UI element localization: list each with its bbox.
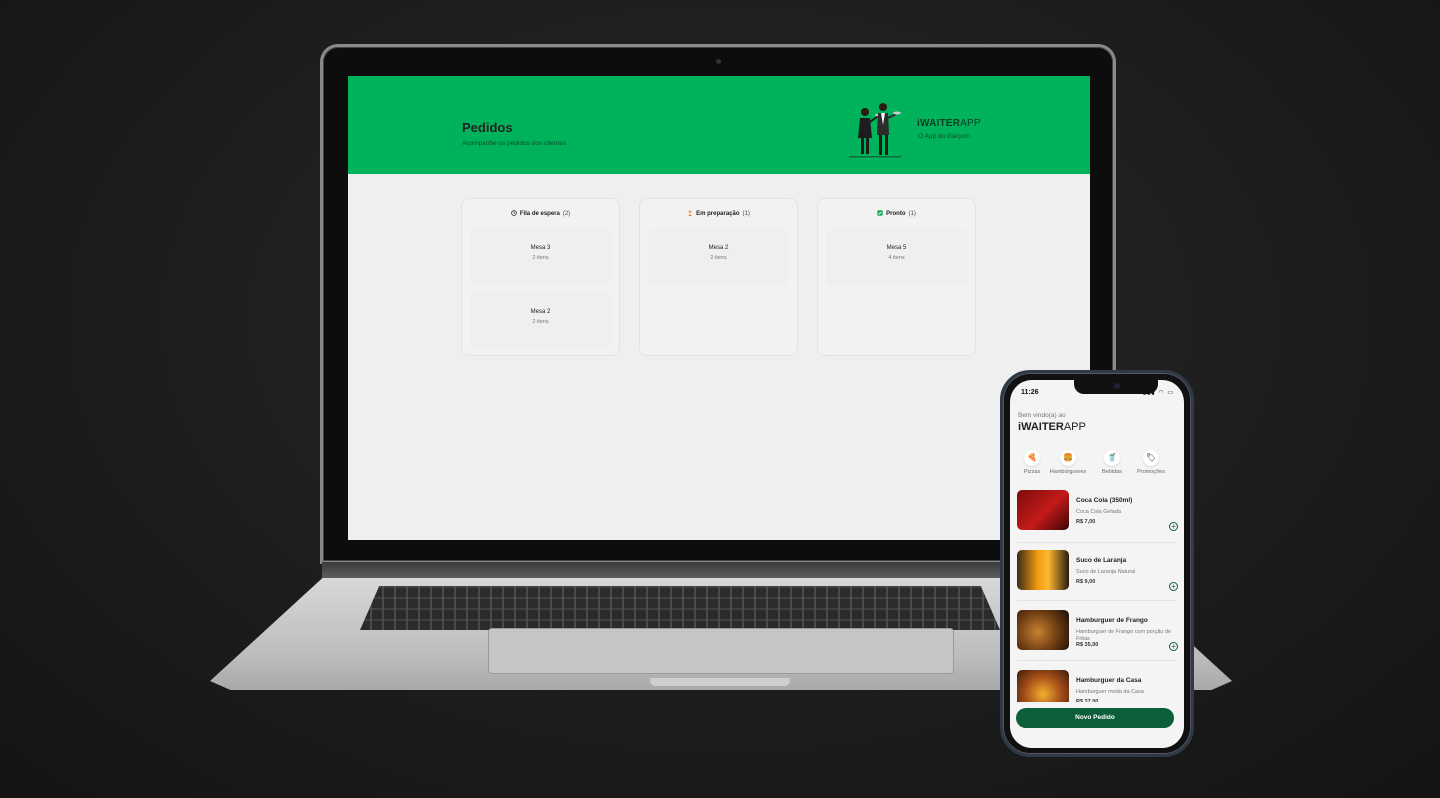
column-preparing: Em preparação (1) Mesa 2 2 itens xyxy=(639,198,798,356)
product-name: Hamburguer da Casa xyxy=(1076,677,1142,684)
product-description: Hamburguer moda da Casa xyxy=(1076,689,1144,695)
column-header: Em preparação (1) xyxy=(640,210,797,217)
order-card[interactable]: Mesa 2 2 itens xyxy=(470,293,611,349)
waiters-illustration-icon xyxy=(849,103,901,158)
divider xyxy=(1017,660,1177,661)
front-camera-icon xyxy=(1114,383,1120,389)
chicken-burger-image xyxy=(1017,610,1069,650)
category-bebidas[interactable]: 🥤 Bebidas xyxy=(1090,450,1134,475)
add-to-cart-icon[interactable]: + xyxy=(1169,642,1178,651)
add-to-cart-icon[interactable]: + xyxy=(1169,582,1178,591)
order-items: 4 itens xyxy=(888,255,905,261)
product-item[interactable]: Suco de Laranja Suco de Laranja Natural … xyxy=(1010,550,1184,606)
pizza-icon: 🍕 xyxy=(1024,450,1040,466)
order-card[interactable]: Mesa 3 2 itens xyxy=(470,229,611,285)
page-subtitle: Acompanhe os pedidos dos clientes xyxy=(462,140,567,147)
divider xyxy=(1017,600,1177,601)
order-card[interactable]: Mesa 5 4 itens xyxy=(826,229,967,285)
laptop-front-lip xyxy=(650,678,790,686)
burger-icon: 🍔 xyxy=(1060,450,1076,466)
product-description: Suco de Laranja Natural xyxy=(1076,569,1136,575)
column-waiting: Fila de espera (2) Mesa 3 2 itens Mesa 2 … xyxy=(461,198,620,356)
brand-tagline: O App do Garçom xyxy=(918,133,971,140)
battery-icon: ▭ xyxy=(1167,390,1174,396)
order-table: Mesa 2 xyxy=(708,245,729,251)
cook-icon xyxy=(688,210,692,216)
webcam-icon xyxy=(716,59,721,64)
product-price: R$ 7,00 xyxy=(1076,519,1096,525)
promo-icon: 🏷 xyxy=(1143,450,1159,466)
product-description: Coca Cola Gelada xyxy=(1076,509,1121,515)
column-ready: Pronto (1) Mesa 5 4 itens xyxy=(817,198,976,356)
order-items: 2 itens xyxy=(532,319,549,325)
product-name: Suco de Laranja xyxy=(1076,557,1127,564)
drink-icon: 🥤 xyxy=(1104,450,1120,466)
phone-screen: 11:26 ▮▮▮ ◠ ▭ Bem vindo(a) ao iWAITERAPP… xyxy=(1010,380,1184,748)
order-card[interactable]: Mesa 2 2 itens xyxy=(648,229,789,285)
add-to-cart-icon[interactable]: + xyxy=(1169,522,1178,531)
welcome-text: Bem vindo(a) ao xyxy=(1018,412,1066,419)
divider xyxy=(1017,542,1177,543)
product-item[interactable]: Hamburguer de Frango Hamburguer de Frang… xyxy=(1010,610,1184,666)
product-price: R$ 35,00 xyxy=(1076,642,1099,648)
keyboard-rows xyxy=(360,586,1000,630)
orange-juice-image xyxy=(1017,550,1069,590)
column-header: Fila de espera (2) xyxy=(462,210,619,217)
order-items: 2 itens xyxy=(532,255,549,261)
category-list: 🍕 Pizzas 🍔 Hambúrgueres 🥤 Bebidas 🏷 Prom… xyxy=(1010,450,1184,480)
order-table: Mesa 2 xyxy=(530,309,551,315)
order-items: 2 itens xyxy=(710,255,727,261)
orders-header: Pedidos Acompanhe os pedidos dos cliente… xyxy=(348,76,1090,174)
check-icon xyxy=(877,210,883,216)
laptop-screen: Pedidos Acompanhe os pedidos dos cliente… xyxy=(348,76,1090,540)
page-title: Pedidos xyxy=(462,120,513,135)
category-hamburgueres[interactable]: 🍔 Hambúrgueres xyxy=(1046,450,1090,475)
coca-cola-image xyxy=(1017,490,1069,530)
status-time: 11:26 xyxy=(1021,389,1039,396)
category-promocoes[interactable]: 🏷 Promoções xyxy=(1129,450,1173,475)
product-description: Hamburguer de Frango com porção de Frita… xyxy=(1076,629,1172,642)
new-order-button[interactable]: Novo Pedido xyxy=(1016,708,1174,728)
brand-logo: iWAITERAPP xyxy=(917,118,981,129)
column-header: Pronto (1) xyxy=(818,210,975,217)
product-item[interactable]: Coca Cola (350ml) Coca Cola Gelada R$ 7,… xyxy=(1010,490,1184,546)
product-name: Hamburguer de Frango xyxy=(1076,617,1148,624)
clock-icon xyxy=(511,210,517,216)
wifi-icon: ◠ xyxy=(1158,390,1165,396)
order-table: Mesa 3 xyxy=(530,245,551,251)
cta-bar: Novo Pedido xyxy=(1010,702,1184,748)
brand-logo: iWAITERAPP xyxy=(1018,421,1086,433)
product-name: Coca Cola (350ml) xyxy=(1076,497,1133,504)
order-table: Mesa 5 xyxy=(886,245,907,251)
trackpad xyxy=(488,628,954,674)
product-price: R$ 9,00 xyxy=(1076,579,1096,585)
